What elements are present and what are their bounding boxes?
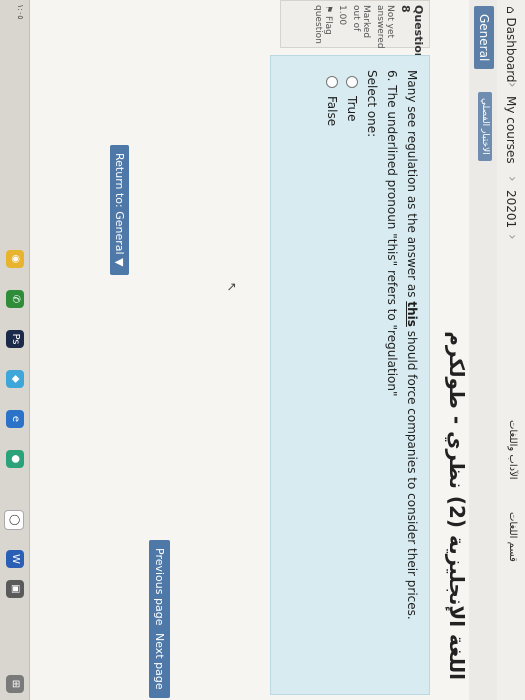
- edge-icon[interactable]: ●: [6, 450, 24, 468]
- quiz-screen: ⌂ Dashboard › My courses › 20201 › الآدا…: [0, 0, 525, 700]
- return-to-general-button[interactable]: Return to: General ▼: [110, 145, 129, 275]
- breadcrumb-year[interactable]: 20201: [504, 190, 518, 228]
- option-false[interactable]: False: [325, 76, 339, 680]
- breadcrumb-dashboard[interactable]: ⌂ Dashboard: [504, 6, 518, 83]
- breadcrumb-my-courses[interactable]: My courses: [504, 96, 518, 164]
- course-tabs: General الاختبار الفصلي: [469, 0, 497, 700]
- question-sentence: Many see regulation as the answer as thi…: [405, 70, 419, 620]
- next-page-button[interactable]: Next page: [149, 625, 170, 698]
- taskbar-clock: ١:٠٥: [16, 4, 25, 20]
- breadcrumb-separator: ›: [504, 234, 520, 240]
- option-true[interactable]: True: [345, 76, 359, 680]
- flag-icon: ⚑: [323, 5, 333, 14]
- tab-general[interactable]: General: [474, 6, 494, 70]
- option-false-label: False: [325, 96, 339, 127]
- breadcrumb-faculty[interactable]: الآداب واللغات: [507, 420, 518, 480]
- page-title: اللغة الإنجليزية (2) نظري - طولكرم: [445, 331, 469, 680]
- photoshop-icon[interactable]: Ps: [6, 330, 24, 348]
- breadcrumb-separator: ›: [504, 82, 520, 88]
- store-icon[interactable]: ◆: [6, 370, 24, 388]
- select-one-label: Select one:: [365, 70, 379, 138]
- start-icon[interactable]: ⊞: [6, 675, 24, 693]
- breadcrumb: ⌂ Dashboard › My courses › 20201 › الآدا…: [496, 0, 525, 700]
- taskbar: ١:٠٥ ◉ ✆ Ps ◆ e ● ◯ W ▣ ⊞: [0, 0, 30, 700]
- search-icon[interactable]: ◯: [4, 510, 24, 530]
- chrome-icon[interactable]: ◉: [6, 250, 24, 268]
- breadcrumb-separator: ›: [504, 176, 520, 182]
- question-number: Question 8: [399, 5, 425, 61]
- marked-out-of-value: 1.00: [337, 5, 347, 26]
- radio-false[interactable]: [326, 76, 338, 88]
- file-explorer-icon[interactable]: ▣: [6, 580, 24, 598]
- ie-icon[interactable]: e: [6, 410, 24, 428]
- mouse-cursor-icon: ↖: [225, 282, 239, 293]
- radio-true[interactable]: [346, 76, 358, 88]
- tab-quiz[interactable]: الاختبار الفصلي: [478, 92, 492, 161]
- breadcrumb-dept[interactable]: قسم اللغات: [507, 512, 518, 562]
- question-status: Not yet answered: [375, 5, 395, 49]
- question-prompt: 6. The underlined pronoun "this" refers …: [385, 70, 399, 397]
- previous-page-button[interactable]: Previous page: [149, 540, 170, 634]
- flag-question-link[interactable]: ⚑ Flag question: [313, 5, 333, 44]
- word-icon[interactable]: W: [6, 550, 24, 568]
- marked-out-of-label: Marked out of: [351, 5, 371, 39]
- question-box: Many see regulation as the answer as thi…: [270, 55, 430, 695]
- question-info-panel: Question 8 Not yet answered Marked out o…: [280, 0, 430, 61]
- option-true-label: True: [345, 96, 359, 122]
- whatsapp-icon[interactable]: ✆: [6, 290, 24, 308]
